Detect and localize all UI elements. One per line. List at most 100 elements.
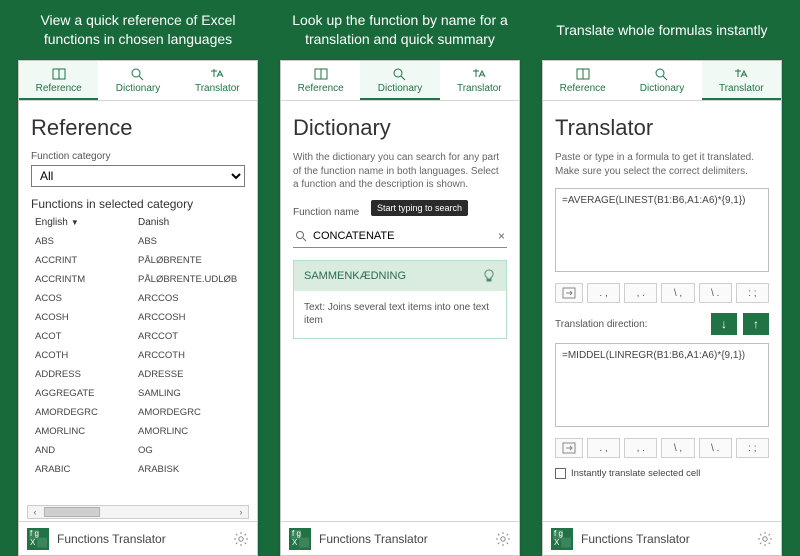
- table-row[interactable]: ACOSARCCOS: [31, 289, 245, 308]
- instant-translate-row[interactable]: Instantly translate selected cell: [555, 468, 769, 479]
- list-heading: Functions in selected category: [31, 197, 245, 211]
- search-icon: [654, 67, 670, 81]
- category-select[interactable]: All: [31, 165, 245, 187]
- settings-icon[interactable]: [757, 531, 773, 547]
- table-row[interactable]: ACCRINTPÅLØBRENTE: [31, 251, 245, 270]
- table-row[interactable]: ACCRINTMPÅLØBRENTE.UDLØB: [31, 270, 245, 289]
- checkbox-label: Instantly translate selected cell: [571, 468, 700, 479]
- dictionary-description: With the dictionary you can search for a…: [293, 151, 507, 192]
- category-label: Function category: [31, 151, 245, 162]
- delimiter-button[interactable]: \ ,: [661, 283, 694, 303]
- translator-icon: [209, 67, 225, 81]
- fx-logo-icon: f gX: [289, 528, 311, 550]
- tab-reference[interactable]: Reference: [543, 61, 622, 100]
- footer-title: Functions Translator: [57, 532, 225, 546]
- translate-up-button[interactable]: ↑: [743, 313, 769, 335]
- delimiter-row-bottom: . , , . \ , \ . : ;: [555, 438, 769, 458]
- tab-dictionary-label: Dictionary: [640, 83, 684, 94]
- scroll-right-icon[interactable]: ›: [234, 506, 248, 518]
- tab-reference-label: Reference: [36, 83, 82, 94]
- tab-reference-label: Reference: [298, 83, 344, 94]
- send-to-cell-button[interactable]: [555, 438, 583, 458]
- function-name-label: Function name: [293, 207, 359, 218]
- tab-translator[interactable]: Translator: [178, 61, 257, 100]
- tab-translator-label: Translator: [195, 83, 240, 94]
- table-row[interactable]: ACOTHARCCOTH: [31, 346, 245, 365]
- horizontal-scrollbar[interactable]: ‹ ›: [27, 505, 249, 519]
- footer-title: Functions Translator: [581, 532, 749, 546]
- function-list: ABSABS ACCRINTPÅLØBRENTE ACCRINTMPÅLØBRE…: [31, 232, 245, 479]
- clear-icon[interactable]: ×: [498, 229, 505, 243]
- tab-translator-label: Translator: [457, 83, 502, 94]
- pane-footer: f gX Functions Translator: [19, 521, 257, 555]
- delimiter-button[interactable]: : ;: [736, 283, 769, 303]
- tab-translator-label: Translator: [719, 83, 764, 94]
- tab-reference[interactable]: Reference: [281, 61, 360, 100]
- settings-icon[interactable]: [495, 531, 511, 547]
- tab-dictionary[interactable]: Dictionary: [98, 61, 177, 100]
- table-row[interactable]: ACOTARCCOT: [31, 327, 245, 346]
- tab-dictionary[interactable]: Dictionary: [360, 61, 439, 100]
- direction-label: Translation direction:: [555, 319, 705, 330]
- fx-logo-icon: f gX: [551, 528, 573, 550]
- tabs: Reference Dictionary Translator: [19, 61, 257, 101]
- delimiter-button[interactable]: , .: [624, 438, 657, 458]
- table-row[interactable]: ANDOG: [31, 441, 245, 460]
- delimiter-button[interactable]: . ,: [587, 438, 620, 458]
- tab-translator[interactable]: Translator: [440, 61, 519, 100]
- checkbox-icon[interactable]: [555, 468, 566, 479]
- table-row[interactable]: ADDRESSADRESSE: [31, 365, 245, 384]
- delimiter-button[interactable]: \ ,: [661, 438, 694, 458]
- caption-translator: Translate whole formulas instantly: [556, 10, 767, 50]
- lightbulb-icon: [482, 269, 496, 283]
- table-row[interactable]: AMORDEGRCAMORDEGRC: [31, 403, 245, 422]
- delimiter-button[interactable]: \ .: [699, 283, 732, 303]
- search-field-wrap: ×: [293, 226, 507, 248]
- scroll-left-icon[interactable]: ‹: [28, 506, 42, 518]
- scroll-thumb[interactable]: [44, 507, 100, 517]
- delimiter-button[interactable]: , .: [624, 283, 657, 303]
- tab-dictionary[interactable]: Dictionary: [622, 61, 701, 100]
- delimiter-button[interactable]: \ .: [699, 438, 732, 458]
- caption-dictionary: Look up the function by name for a trans…: [274, 10, 526, 50]
- reference-icon: [313, 67, 329, 81]
- table-row[interactable]: ABSABS: [31, 232, 245, 251]
- pane-translator: Reference Dictionary Translator Translat…: [542, 60, 782, 556]
- function-search-input[interactable]: [313, 230, 492, 242]
- table-header: English ▼ Danish: [31, 217, 245, 232]
- settings-icon[interactable]: [233, 531, 249, 547]
- reference-icon: [51, 67, 67, 81]
- pane-footer: f gX Functions Translator: [281, 521, 519, 555]
- pane-reference: Reference Dictionary Translator Referenc…: [18, 60, 258, 556]
- translate-down-button[interactable]: ↓: [711, 313, 737, 335]
- table-row[interactable]: ARABICARABISK: [31, 460, 245, 479]
- search-icon: [295, 230, 307, 242]
- col-danish[interactable]: Danish: [138, 217, 241, 228]
- table-row[interactable]: AMORLINCAMORLINC: [31, 422, 245, 441]
- translator-icon: [733, 67, 749, 81]
- translator-icon: [471, 67, 487, 81]
- search-icon: [392, 67, 408, 81]
- send-to-cell-button[interactable]: [555, 283, 583, 303]
- formula-input[interactable]: =AVERAGE(LINEST(B1:B6,A1:A6)*{9,1}): [555, 188, 769, 272]
- search-icon: [130, 67, 146, 81]
- tabs: Reference Dictionary Translator: [543, 61, 781, 101]
- col-english[interactable]: English ▼: [35, 217, 138, 228]
- tab-translator[interactable]: Translator: [702, 61, 781, 100]
- fx-logo-icon: f gX: [27, 528, 49, 550]
- delimiter-row-top: . , , . \ , \ . : ;: [555, 283, 769, 303]
- tab-dictionary-label: Dictionary: [378, 83, 422, 94]
- tab-reference[interactable]: Reference: [19, 61, 98, 100]
- tab-dictionary-label: Dictionary: [116, 83, 160, 94]
- page-title: Dictionary: [293, 115, 507, 141]
- table-row[interactable]: ACOSHARCCOSH: [31, 308, 245, 327]
- pane-footer: f gX Functions Translator: [543, 521, 781, 555]
- delimiter-button[interactable]: : ;: [736, 438, 769, 458]
- tabs: Reference Dictionary Translator: [281, 61, 519, 101]
- formula-output[interactable]: =MIDDEL(LINREGR(B1:B6,A1:A6)*{9,1}): [555, 343, 769, 427]
- search-result[interactable]: SAMMENKÆDNING Text: Joins several text i…: [293, 260, 507, 339]
- caption-reference: View a quick reference of Excel function…: [12, 10, 264, 50]
- delimiter-button[interactable]: . ,: [587, 283, 620, 303]
- table-row[interactable]: AGGREGATESAMLING: [31, 384, 245, 403]
- translator-description: Paste or type in a formula to get it tra…: [555, 151, 769, 178]
